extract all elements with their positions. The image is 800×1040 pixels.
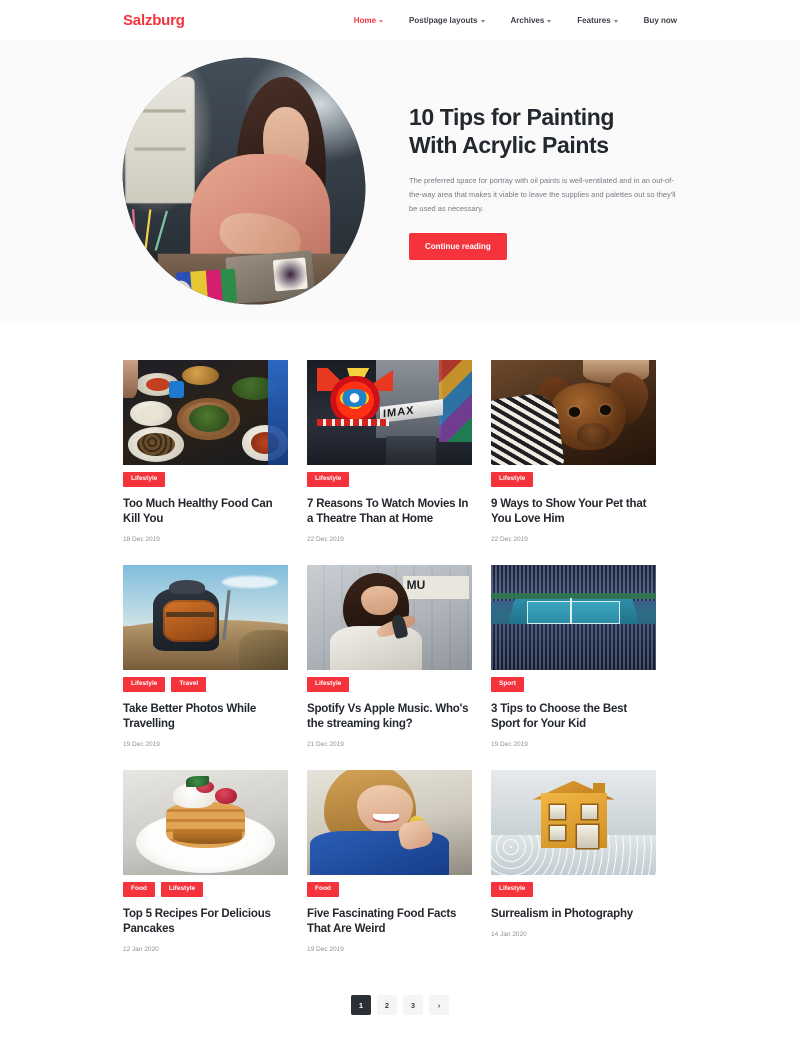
hero-section: 10 Tips for Painting With Acrylic Paints… — [0, 40, 800, 323]
post-thumbnail[interactable] — [123, 770, 288, 876]
post-tag[interactable]: Food — [307, 882, 339, 897]
chevron-down-icon — [379, 19, 384, 23]
nav-item-home[interactable]: Home — [353, 15, 384, 25]
post-title[interactable]: Surrealism in Photography — [491, 907, 656, 922]
chevron-down-icon — [547, 19, 552, 23]
post-title[interactable]: Take Better Photos While Travelling — [123, 702, 288, 733]
posts-section: Lifestyle Too Much Healthy Food Can Kill… — [0, 323, 800, 1040]
main-navigation: Home Post/page layouts Archives Features… — [354, 16, 677, 25]
hero-title-line-1: 10 Tips for Painting — [409, 104, 614, 131]
post-tag[interactable]: Lifestyle — [307, 677, 350, 692]
post-tags: Food Lifestyle — [123, 882, 288, 897]
post-title[interactable]: 9 Ways to Show Your Pet that You Love Hi… — [491, 497, 656, 528]
hero-image — [116, 51, 372, 312]
post-date: 19 Dec 2019 — [307, 946, 344, 954]
nav-item-label: Buy now — [643, 15, 677, 25]
post-title[interactable]: Too Much Healthy Food Can Kill You — [123, 497, 288, 528]
pagination-page-2[interactable]: 2 — [377, 995, 397, 1016]
post-title[interactable]: 3 Tips to Choose the Best Sport for Your… — [491, 702, 656, 733]
nav-item-label: Home — [353, 15, 377, 25]
post-tag[interactable]: Lifestyle — [160, 882, 204, 897]
post-tag[interactable]: Sport — [491, 677, 524, 692]
post-title[interactable]: Top 5 Recipes For Delicious Pancakes — [123, 907, 288, 938]
post-tags: Lifestyle — [491, 472, 656, 487]
post-thumbnail[interactable] — [491, 770, 656, 876]
post-date: 22 Dec 2019 — [307, 536, 344, 544]
post-card[interactable]: Lifestyle Spotify Vs Apple Music. Who's … — [307, 565, 472, 748]
nav-item-buy-now[interactable]: Buy now — [644, 16, 677, 25]
nav-item-label: Post/page layouts — [409, 15, 478, 25]
post-tags: Sport — [491, 677, 656, 692]
post-tag[interactable]: Lifestyle — [491, 472, 534, 487]
chevron-down-icon — [480, 19, 485, 23]
hero-title: 10 Tips for Painting With Acrylic Paints — [409, 103, 677, 159]
post-card[interactable]: Sport 3 Tips to Choose the Best Sport fo… — [491, 565, 656, 748]
chevron-down-icon — [613, 19, 618, 23]
post-tag[interactable]: Lifestyle — [123, 677, 166, 692]
site-brand-logo[interactable]: Salzburg — [123, 12, 185, 29]
post-card[interactable]: Food Lifestyle Top 5 Recipes For Delicio… — [123, 770, 288, 953]
post-card[interactable]: Lifestyle Travel Take Better Photos Whil… — [123, 565, 288, 748]
pagination-next-button[interactable]: › — [429, 995, 449, 1016]
post-title[interactable]: 7 Reasons To Watch Movies In a Theatre T… — [307, 497, 472, 528]
hero-text-block: 10 Tips for Painting With Acrylic Paints… — [409, 103, 677, 260]
site-header: Salzburg Home Post/page layouts Archives… — [0, 0, 800, 40]
post-date: 21 Dec 2019 — [307, 741, 344, 749]
continue-reading-button[interactable]: Continue reading — [409, 232, 507, 260]
post-tag[interactable]: Food — [123, 882, 155, 897]
pagination-page-3[interactable]: 3 — [403, 995, 423, 1016]
nav-item-label: Features — [577, 15, 611, 25]
post-date: 19 Dec 2019 — [491, 741, 528, 749]
post-thumbnail[interactable] — [123, 565, 288, 671]
post-title[interactable]: Five Fascinating Food Facts That Are Wei… — [307, 907, 472, 938]
post-grid: Lifestyle Too Much Healthy Food Can Kill… — [123, 360, 677, 953]
post-tags: Lifestyle — [491, 882, 656, 897]
post-tags: Lifestyle — [307, 677, 472, 692]
post-tags: Lifestyle — [307, 472, 472, 487]
post-thumbnail[interactable]: IMAX — [307, 360, 472, 465]
post-title[interactable]: Spotify Vs Apple Music. Who's the stream… — [307, 702, 472, 733]
post-thumbnail[interactable] — [307, 565, 472, 671]
post-tags: Food — [307, 882, 472, 897]
post-date: 22 Dec 2019 — [491, 536, 528, 544]
nav-item-archives[interactable]: Archives — [511, 16, 552, 25]
post-tag[interactable]: Travel — [171, 677, 207, 692]
post-thumbnail[interactable] — [491, 565, 656, 671]
post-thumbnail[interactable] — [123, 360, 288, 465]
post-card[interactable]: IMAX Lifestyle 7 Reasons To Watch Movies… — [307, 360, 472, 543]
nav-item-label: Archives — [510, 15, 545, 25]
post-tag[interactable]: Lifestyle — [307, 472, 350, 487]
post-tags: Lifestyle Travel — [123, 677, 288, 692]
post-date: 14 Jan 2020 — [491, 930, 527, 938]
nav-item-post-page-layouts[interactable]: Post/page layouts — [409, 15, 485, 25]
nav-item-features[interactable]: Features — [577, 15, 618, 25]
post-date: 12 Jan 2020 — [123, 946, 159, 954]
pagination-page-1[interactable]: 1 — [351, 995, 371, 1016]
pagination: 1 2 3 › — [123, 995, 677, 1040]
post-card[interactable]: Lifestyle 9 Ways to Show Your Pet that Y… — [491, 360, 656, 543]
post-card[interactable]: Lifestyle Surrealism in Photography 14 J… — [491, 770, 656, 953]
post-tags: Lifestyle — [123, 472, 288, 487]
post-thumbnail[interactable] — [491, 360, 656, 465]
hero-description: The preferred space for portray with oil… — [409, 176, 676, 213]
post-thumbnail[interactable] — [307, 770, 472, 876]
hero-title-line-2: With Acrylic Paints — [409, 132, 609, 159]
post-tag[interactable]: Lifestyle — [491, 882, 534, 897]
post-tag[interactable]: Lifestyle — [123, 472, 166, 487]
post-date: 18 Dec 2019 — [123, 536, 160, 544]
post-date: 19 Dec 2019 — [123, 741, 160, 749]
post-card[interactable]: Lifestyle Too Much Healthy Food Can Kill… — [123, 360, 288, 543]
post-card[interactable]: Food Five Fascinating Food Facts That Ar… — [307, 770, 472, 953]
